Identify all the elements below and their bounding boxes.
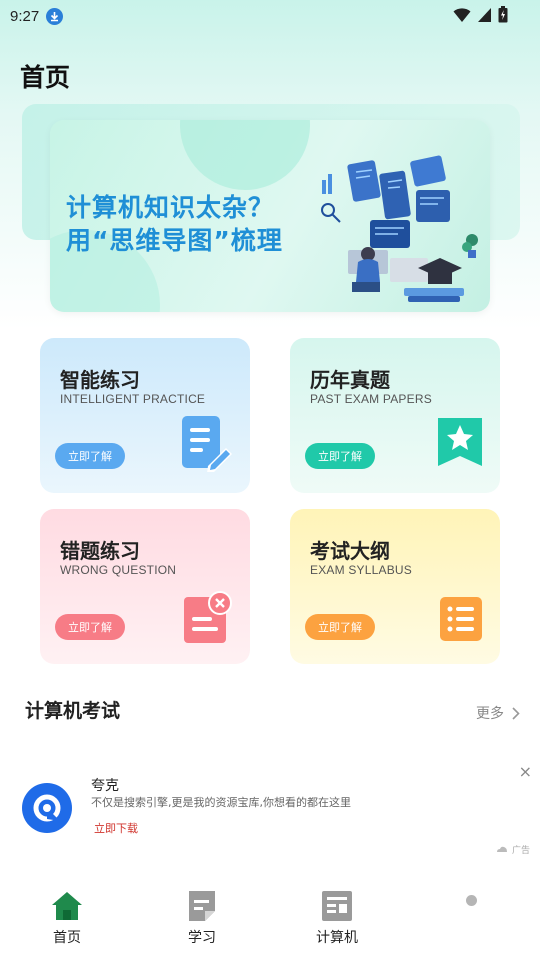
download-icon bbox=[46, 7, 64, 25]
card-subtitle: PAST EXAM PAPERS bbox=[310, 392, 432, 406]
computer-study-illustration bbox=[321, 155, 478, 302]
page-title: 首页 bbox=[20, 63, 71, 92]
banner-decoration bbox=[180, 120, 310, 190]
home-icon bbox=[52, 892, 82, 920]
nav-item-study[interactable]: 学习 bbox=[162, 891, 242, 947]
card-title: 智能练习 bbox=[60, 368, 140, 392]
learn-more-button[interactable]: 立即了解 bbox=[55, 443, 125, 469]
computer-icon bbox=[322, 891, 352, 921]
learn-more-button[interactable]: 立即了解 bbox=[305, 443, 375, 469]
ad-app-name[interactable]: 夸克 bbox=[91, 775, 119, 795]
study-icon bbox=[189, 891, 215, 921]
quark-logo[interactable] bbox=[22, 783, 72, 833]
more-label: 更多 bbox=[476, 706, 504, 722]
document-edit-icon bbox=[182, 416, 232, 472]
section-title: 计算机考试 bbox=[25, 700, 121, 722]
error-doc-icon bbox=[184, 591, 232, 643]
nav-label: 首页 bbox=[53, 930, 81, 946]
card-title: 错题练习 bbox=[60, 539, 140, 563]
banner[interactable]: 计算机知识太杂？ 用“思维导图”梳理 bbox=[50, 120, 490, 312]
card-exam-syllabus[interactable]: 考试大纲 EXAM SYLLABUS 立即了解 bbox=[290, 509, 500, 664]
card-subtitle: WRONG QUESTION bbox=[60, 563, 177, 577]
star-bookmark-icon bbox=[438, 418, 482, 466]
learn-more-button[interactable]: 立即了解 bbox=[305, 614, 375, 640]
card-wrong-question[interactable]: 错题练习 WRONG QUESTION 立即了解 bbox=[40, 509, 250, 664]
bottom-nav: 首页 学习 计算机 bbox=[0, 885, 540, 960]
learn-more-button[interactable]: 立即了解 bbox=[55, 614, 125, 640]
ad-cloud-icon bbox=[496, 846, 507, 852]
card-past-exam-papers[interactable]: 历年真题 PAST EXAM PAPERS 立即了解 bbox=[290, 338, 500, 493]
ad-tag-label: 广告 bbox=[511, 846, 530, 856]
quark-logo-mark bbox=[33, 794, 61, 822]
ad-close-button[interactable]: × bbox=[519, 762, 532, 781]
ad-description: 不仅是搜索引擎,更是我的资源宝库,你想看的都在这里 bbox=[91, 796, 351, 809]
card-title: 历年真题 bbox=[310, 368, 390, 392]
list-icon bbox=[440, 597, 482, 641]
chevron-right-icon bbox=[512, 706, 520, 720]
nav-label: 计算机 bbox=[316, 930, 358, 946]
battery-icon bbox=[498, 6, 508, 23]
nav-item-home[interactable]: 首页 bbox=[27, 891, 107, 947]
card-intelligent-practice[interactable]: 智能练习 INTELLIGENT PRACTICE 立即了解 bbox=[40, 338, 250, 493]
card-subtitle: INTELLIGENT PRACTICE bbox=[60, 392, 206, 406]
status-time: 9:27 bbox=[10, 7, 40, 25]
more-link[interactable]: 更多 bbox=[476, 703, 520, 723]
ad-download-button[interactable]: 立即下载 bbox=[94, 820, 138, 836]
nav-label: 学习 bbox=[188, 930, 216, 946]
card-title: 考试大纲 bbox=[310, 539, 390, 563]
ad-tag: 广告 bbox=[496, 843, 530, 856]
banner-title-line1: 计算机知识太杂？ bbox=[66, 193, 275, 222]
signal-icon bbox=[478, 7, 491, 22]
card-subtitle: EXAM SYLLABUS bbox=[310, 563, 412, 577]
banner-title-line2: 用“思维导图”梳理 bbox=[66, 226, 283, 255]
nav-item-computer[interactable]: 计算机 bbox=[297, 891, 377, 947]
status-bar: 9:27 bbox=[0, 0, 540, 32]
wifi-icon bbox=[453, 7, 471, 22]
nav-item-more-placeholder[interactable] bbox=[466, 895, 477, 906]
